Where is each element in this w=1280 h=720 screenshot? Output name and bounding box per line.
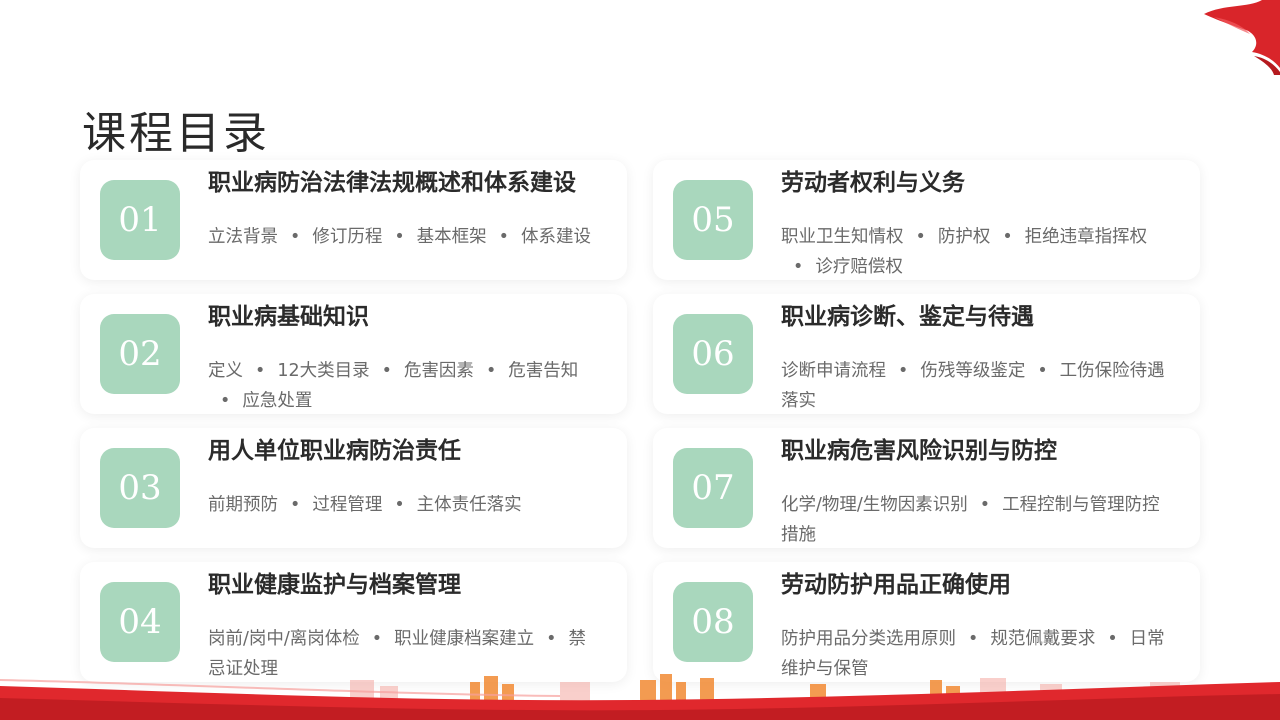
topic-text: 基本框架 bbox=[416, 227, 487, 247]
course-card: 06 职业病诊断、鉴定与待遇 诊断申请流程 • 伤残等级鉴定 • 工伤保险待遇落实 bbox=[653, 294, 1200, 414]
topic-text: 诊疗赔偿权 bbox=[815, 257, 903, 277]
topic-text: 应急处置 bbox=[242, 391, 313, 411]
course-description: 职业卫生知情权 • 防护权 • 拒绝违章指挥权 • 诊疗赔偿权 bbox=[781, 222, 1171, 280]
bullet-separator: • bbox=[220, 391, 231, 411]
course-title: 职业健康监护与档案管理 bbox=[208, 572, 461, 598]
bullet-separator: • bbox=[381, 361, 392, 381]
course-card: 02 职业病基础知识 定义 • 12大类目录 • 危害因素 • 危害告知 • 应急处置 bbox=[80, 294, 627, 414]
course-title: 职业病诊断、鉴定与待遇 bbox=[781, 304, 1034, 330]
course-number: 06 bbox=[673, 314, 753, 394]
course-card: 08 劳动防护用品正确使用 防护用品分类选用原则 • 规范佩戴要求 • 日常维护与保管 bbox=[653, 562, 1200, 682]
topic-text: 危害因素 bbox=[403, 361, 474, 381]
bullet-separator: • bbox=[915, 227, 926, 247]
course-description: 立法背景 • 修订历程 • 基本框架 • 体系建设 bbox=[208, 222, 598, 252]
bullet-separator: • bbox=[255, 361, 266, 381]
city-skyline-ribbon-decoration bbox=[0, 674, 1280, 720]
course-number: 05 bbox=[673, 180, 753, 260]
topic-text: 职业卫生知情权 bbox=[781, 227, 904, 247]
course-card: 04 职业健康监护与档案管理 岗前/岗中/离岗体检 • 职业健康档案建立 • 禁忌证处理 bbox=[80, 562, 627, 682]
topic-text: 前期预防 bbox=[208, 495, 278, 515]
bullet-separator: • bbox=[979, 495, 991, 515]
bullet-separator: • bbox=[968, 629, 979, 649]
topic-text: 诊断申请流程 bbox=[781, 361, 886, 381]
page-title: 课程目录 bbox=[82, 108, 270, 160]
topic-text: 危害告知 bbox=[508, 361, 579, 381]
bullet-separator: • bbox=[1107, 629, 1118, 649]
topic-text: 12大类目录 bbox=[277, 361, 370, 381]
topic-text: 主体责任落实 bbox=[416, 495, 522, 515]
bullet-separator: • bbox=[394, 227, 405, 247]
course-number: 04 bbox=[100, 582, 180, 662]
topic-text: 防护权 bbox=[937, 227, 991, 247]
course-card: 05 劳动者权利与义务 职业卫生知情权 • 防护权 • 拒绝违章指挥权 • 诊疗赔偿权 bbox=[653, 160, 1200, 280]
course-description: 化学/物理/生物因素识别 • 工程控制与管理防控措施 bbox=[781, 490, 1171, 548]
topic-text: 定义 bbox=[208, 361, 243, 381]
course-title: 职业病危害风险识别与防控 bbox=[781, 438, 1057, 464]
course-title: 职业病防治法律法规概述和体系建设 bbox=[208, 170, 576, 196]
course-catalog-grid: 01 职业病防治法律法规概述和体系建设 立法背景 • 修订历程 • 基本框架 • 体系建设 … bbox=[80, 160, 1200, 682]
topic-text: 职业健康档案建立 bbox=[394, 629, 535, 649]
bullet-separator: • bbox=[290, 495, 301, 515]
bullet-separator: • bbox=[898, 361, 909, 381]
course-title: 劳动者权利与义务 bbox=[781, 170, 965, 196]
bullet-separator: • bbox=[394, 495, 405, 515]
course-title: 职业病基础知识 bbox=[208, 304, 369, 330]
topic-text: 规范佩戴要求 bbox=[990, 629, 1096, 649]
course-card: 03 用人单位职业病防治责任 前期预防 • 过程管理 • 主体责任落实 bbox=[80, 428, 627, 548]
topic-text: 岗前/岗中/离岗体检 bbox=[208, 629, 360, 649]
course-number: 07 bbox=[673, 448, 753, 528]
bullet-separator: • bbox=[1002, 227, 1013, 247]
bullet-separator: • bbox=[546, 629, 557, 649]
course-card: 01 职业病防治法律法规概述和体系建设 立法背景 • 修订历程 • 基本框架 • 体系建设 bbox=[80, 160, 627, 280]
course-number: 01 bbox=[100, 180, 180, 260]
course-description: 前期预防 • 过程管理 • 主体责任落实 bbox=[208, 490, 598, 520]
course-title: 用人单位职业病防治责任 bbox=[208, 438, 461, 464]
topic-text: 拒绝违章指挥权 bbox=[1024, 227, 1148, 247]
course-description: 诊断申请流程 • 伤残等级鉴定 • 工伤保险待遇落实 bbox=[781, 356, 1171, 414]
bullet-separator: • bbox=[498, 227, 509, 247]
course-title: 劳动防护用品正确使用 bbox=[781, 572, 1011, 598]
course-description: 定义 • 12大类目录 • 危害因素 • 危害告知 • 应急处置 bbox=[208, 356, 598, 414]
topic-text: 过程管理 bbox=[312, 495, 383, 515]
red-ribbon-decoration bbox=[1204, 0, 1280, 75]
course-number: 02 bbox=[100, 314, 180, 394]
bullet-separator: • bbox=[485, 361, 497, 381]
topic-text: 防护用品分类选用原则 bbox=[781, 629, 956, 649]
course-card: 07 职业病危害风险识别与防控 化学/物理/生物因素识别 • 工程控制与管理防控措施 bbox=[653, 428, 1200, 548]
bullet-separator: • bbox=[371, 629, 383, 649]
bullet-separator: • bbox=[290, 227, 301, 247]
bullet-separator: • bbox=[1037, 361, 1048, 381]
topic-text: 体系建设 bbox=[520, 227, 591, 247]
topic-text: 伤残等级鉴定 bbox=[920, 361, 1026, 381]
topic-text: 化学/物理/生物因素识别 bbox=[781, 495, 968, 515]
topic-text: 修订历程 bbox=[312, 227, 383, 247]
course-number: 03 bbox=[100, 448, 180, 528]
topic-text: 立法背景 bbox=[208, 227, 278, 247]
course-number: 08 bbox=[673, 582, 753, 662]
bullet-separator: • bbox=[793, 257, 804, 277]
